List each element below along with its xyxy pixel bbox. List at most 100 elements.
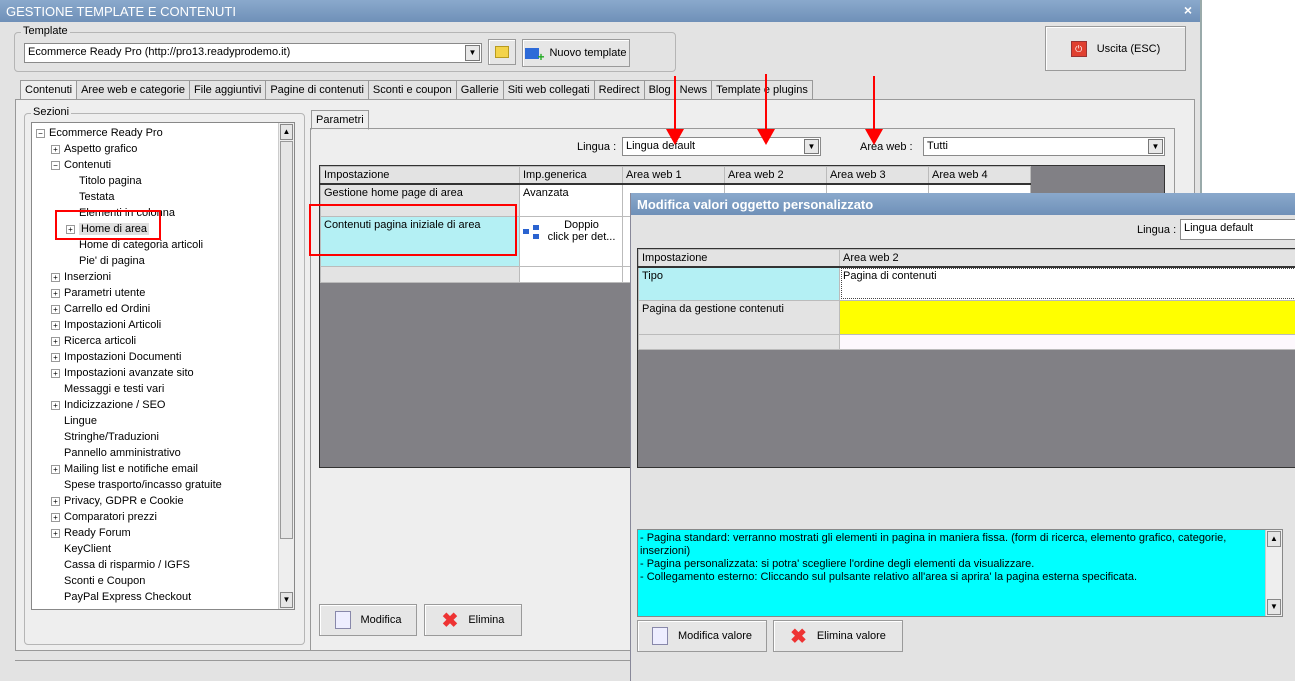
expand-icon[interactable]: + bbox=[51, 496, 60, 506]
tree-item[interactable]: Sconti e Coupon bbox=[36, 573, 294, 589]
tree-item[interactable]: + Carrello ed Ordini bbox=[36, 301, 294, 317]
table-row[interactable] bbox=[638, 333, 1295, 350]
exit-button[interactable]: ⏻ Uscita (ESC) bbox=[1045, 26, 1186, 71]
tree-item[interactable]: Spese trasporto/incasso gratuite bbox=[36, 477, 294, 493]
expand-icon[interactable]: + bbox=[51, 512, 60, 522]
row-generic[interactable]: Avanzata bbox=[519, 183, 623, 217]
scroll-down-icon[interactable]: ▼ bbox=[280, 592, 293, 608]
tab-file-aggiuntivi[interactable]: File aggiuntivi bbox=[189, 80, 267, 100]
tree-item[interactable]: Messaggi e testi vari bbox=[36, 381, 294, 397]
open-folder-button[interactable] bbox=[488, 39, 516, 65]
delete-value-button[interactable]: ✖ Elimina valore bbox=[773, 620, 903, 652]
modify-button[interactable]: Modifica bbox=[319, 604, 417, 636]
collapse-icon[interactable]: − bbox=[51, 160, 60, 170]
modify-label: Modifica bbox=[360, 614, 402, 626]
tab-blog[interactable]: Blog bbox=[643, 80, 676, 100]
tab-sconti-e-coupon[interactable]: Sconti e coupon bbox=[367, 80, 457, 100]
folder-icon bbox=[495, 46, 509, 58]
tree-item[interactable]: + Impostazioni Documenti bbox=[36, 349, 294, 365]
template-select[interactable]: Ecommerce Ready Pro (http://pro13.readyp… bbox=[24, 43, 482, 63]
tree-item[interactable]: + Comparatori prezzi bbox=[36, 509, 294, 525]
tree-item[interactable]: + Ricerca articoli bbox=[36, 333, 294, 349]
tree-item[interactable]: PayPal Express Checkout bbox=[36, 589, 294, 605]
tab-redirect[interactable]: Redirect bbox=[593, 80, 645, 100]
tree-item[interactable]: Pannello amministrativo bbox=[36, 445, 294, 461]
chevron-down-icon[interactable]: ▼ bbox=[465, 45, 480, 61]
sections-tree[interactable]: − Ecommerce Ready Pro + Aspetto grafico − Con… bbox=[31, 122, 295, 610]
tab-parametri[interactable]: Parametri bbox=[311, 110, 369, 130]
lingua-value: Lingua default bbox=[626, 140, 696, 152]
tree-item[interactable]: KeyClient bbox=[36, 541, 294, 557]
table-row[interactable]: Pagina da gestione contenuti bbox=[638, 299, 1295, 335]
tree-item[interactable]: + Parametri utente bbox=[36, 285, 294, 301]
tree-item[interactable]: Lingue bbox=[36, 413, 294, 429]
expand-icon[interactable]: + bbox=[51, 464, 60, 474]
tree-item-label: KeyClient bbox=[64, 543, 112, 555]
annotation-arrow bbox=[757, 74, 775, 145]
expand-icon[interactable]: + bbox=[51, 368, 60, 378]
tree-scrollbar[interactable]: ▲ ▼ bbox=[278, 123, 294, 609]
tree-item[interactable]: + Inserzioni bbox=[36, 269, 294, 285]
tree-item[interactable]: Stringhe/Traduzioni bbox=[36, 429, 294, 445]
row-value[interactable]: Pagina di contenuti bbox=[839, 266, 1295, 301]
tree-item[interactable]: Titolo pagina bbox=[36, 173, 294, 189]
tab-gallerie[interactable]: Gallerie bbox=[455, 80, 504, 100]
annotation-arrow bbox=[666, 76, 684, 145]
tree-item[interactable]: − Ecommerce Ready Pro bbox=[36, 125, 294, 141]
dialog-grid-header: Impostazione Area web 2 bbox=[638, 249, 1295, 268]
description-textarea[interactable]: - Pagina standard: verranno mostrati gli… bbox=[637, 529, 1283, 617]
tab-template-e-plugins[interactable]: Template e plugins bbox=[711, 80, 813, 100]
expand-icon[interactable]: + bbox=[51, 288, 60, 298]
delete-button[interactable]: ✖ Elimina bbox=[424, 604, 522, 636]
description-line: - Collegamento esterno: Cliccando sul pu… bbox=[640, 571, 1138, 583]
tree-item[interactable]: + Mailing list e notifiche email bbox=[36, 461, 294, 477]
dialog-grid[interactable]: Impostazione Area web 2 Tipo Pagina di c… bbox=[637, 248, 1295, 468]
scroll-up-icon[interactable]: ▲ bbox=[280, 124, 293, 140]
tree-item[interactable]: + Impostazioni avanzate sito bbox=[36, 365, 294, 381]
tab-siti-web-collegati[interactable]: Siti web collegati bbox=[502, 80, 595, 100]
tree-item[interactable]: + Aspetto grafico bbox=[36, 141, 294, 157]
lingua-label: Lingua : bbox=[577, 141, 617, 153]
table-row[interactable]: Tipo Pagina di contenuti bbox=[638, 266, 1295, 301]
tree-item[interactable]: + Indicizzazione / SEO bbox=[36, 397, 294, 413]
tree-item[interactable]: + Impostazioni Articoli bbox=[36, 317, 294, 333]
scroll-thumb[interactable] bbox=[280, 141, 293, 539]
tree-item[interactable]: Pie' di pagina bbox=[36, 253, 294, 269]
chevron-down-icon[interactable]: ▼ bbox=[1148, 139, 1163, 154]
modify-value-button[interactable]: Modifica valore bbox=[637, 620, 767, 652]
tab-news[interactable]: News bbox=[674, 80, 713, 100]
tab-pagine-di-contenuti[interactable]: Pagine di contenuti bbox=[265, 80, 369, 100]
tree-item-label: Ecommerce Ready Pro bbox=[49, 127, 163, 139]
row-value[interactable] bbox=[839, 299, 1295, 335]
expand-icon[interactable]: + bbox=[51, 320, 60, 330]
tree-item-label: Carrello ed Ordini bbox=[64, 303, 151, 315]
expand-icon[interactable]: + bbox=[51, 528, 60, 538]
scroll-up-icon[interactable]: ▲ bbox=[1267, 531, 1281, 547]
tree-item-label: Ready Forum bbox=[64, 527, 131, 539]
tree-item[interactable]: + Privacy, GDPR e Cookie bbox=[36, 493, 294, 509]
tree-item[interactable]: Cassa di risparmio / IGFS bbox=[36, 557, 294, 573]
collapse-icon[interactable]: − bbox=[36, 128, 45, 138]
expand-icon[interactable]: + bbox=[51, 144, 60, 154]
tree-item[interactable]: Testata bbox=[36, 189, 294, 205]
chevron-down-icon[interactable]: ▼ bbox=[804, 139, 819, 154]
description-scrollbar[interactable]: ▲ ▼ bbox=[1265, 530, 1282, 616]
lingua-select[interactable]: Lingua default ▼ bbox=[622, 137, 821, 156]
tree-item[interactable]: − Contenuti bbox=[36, 157, 294, 173]
new-template-button[interactable]: + Nuovo template bbox=[522, 39, 630, 67]
tree-item[interactable]: + Ready Forum bbox=[36, 525, 294, 541]
expand-icon[interactable]: + bbox=[51, 304, 60, 314]
expand-icon[interactable]: + bbox=[51, 272, 60, 282]
row-generic[interactable]: Doppio click per det... bbox=[519, 215, 623, 267]
expand-icon[interactable]: + bbox=[51, 336, 60, 346]
close-icon[interactable]: × bbox=[1184, 2, 1192, 18]
scroll-down-icon[interactable]: ▼ bbox=[1267, 599, 1281, 615]
expand-icon[interactable]: + bbox=[51, 352, 60, 362]
row-generic-line1: Doppio bbox=[564, 218, 599, 231]
area-web-select[interactable]: Tutti ▼ bbox=[923, 137, 1165, 156]
tab-contenuti[interactable]: Contenuti bbox=[20, 80, 78, 100]
dialog-lingua-select[interactable]: Lingua default bbox=[1180, 219, 1295, 240]
edit-icon bbox=[652, 627, 668, 645]
tab-aree-web-e-categorie[interactable]: Aree web e categorie bbox=[76, 80, 191, 100]
expand-icon[interactable]: + bbox=[51, 400, 60, 410]
